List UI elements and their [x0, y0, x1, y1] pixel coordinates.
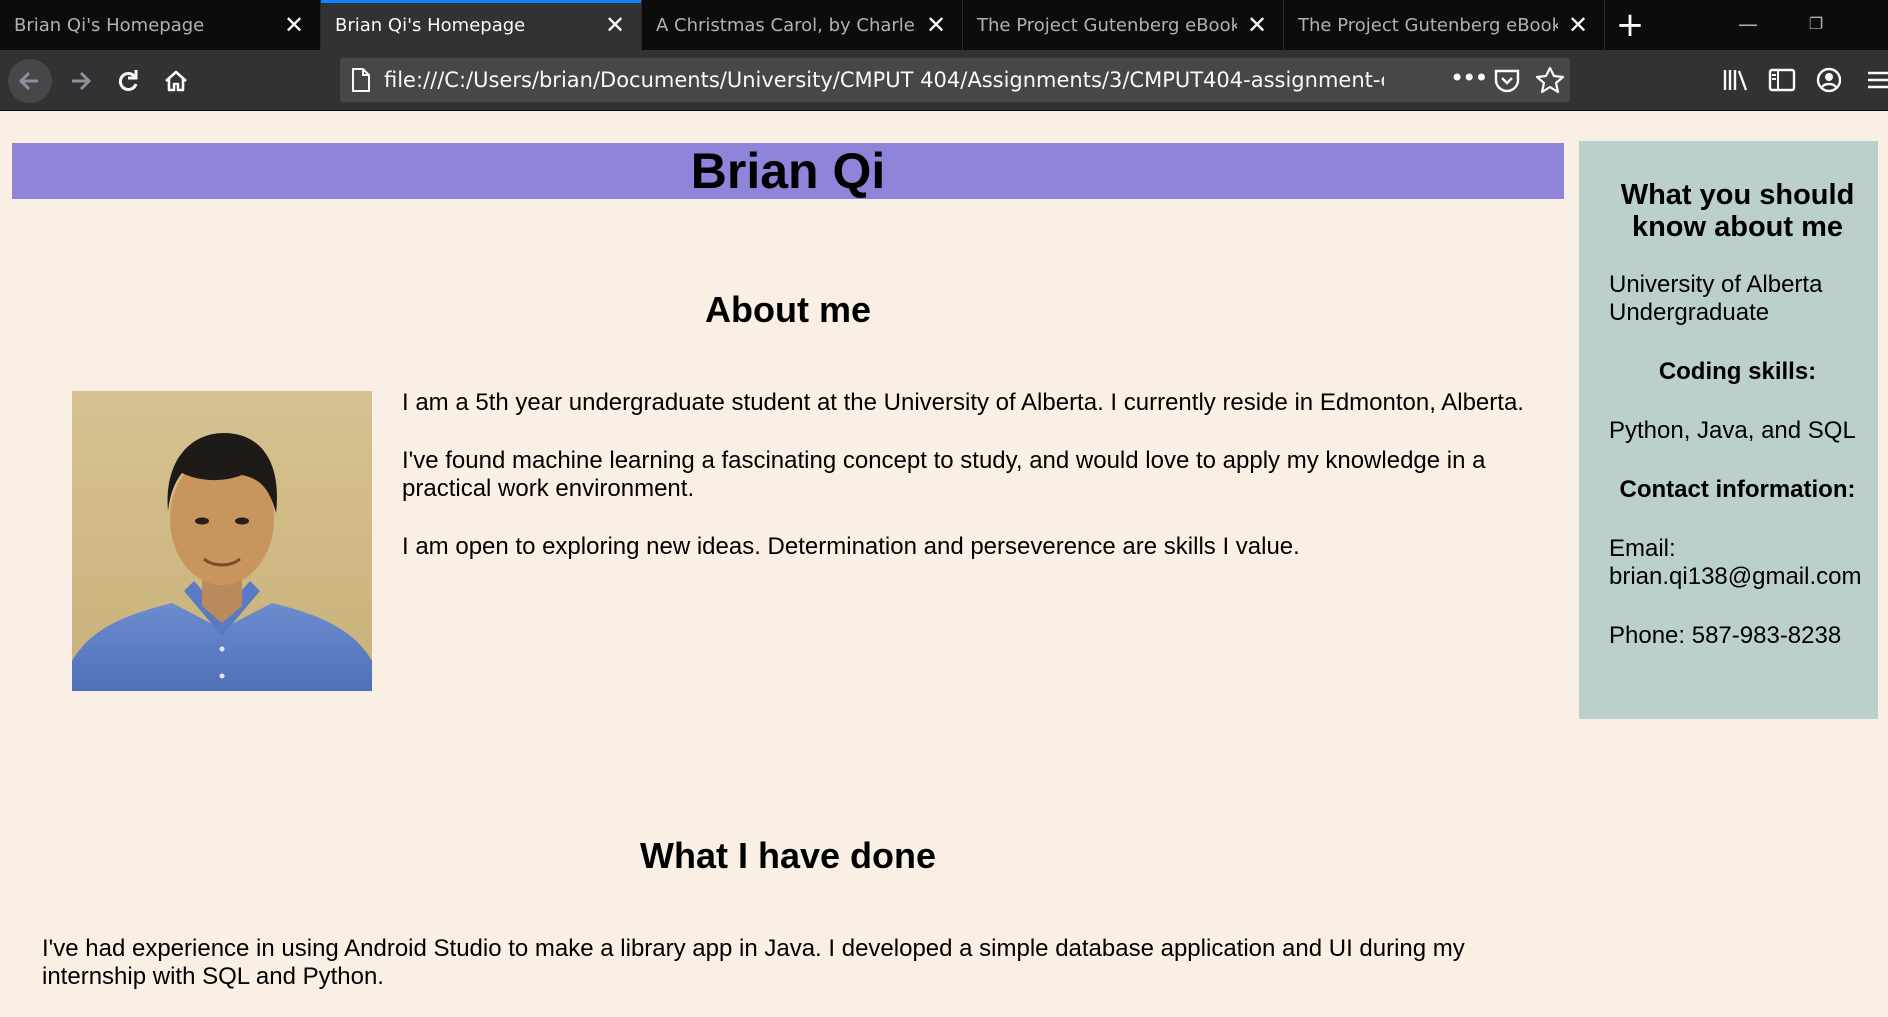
tab-bar: Brian Qi's Homepage ✕ Brian Qi's Homepag… — [0, 0, 1888, 50]
navigation-toolbar: file:///C:/Users/brian/Documents/Univers… — [0, 50, 1888, 111]
tab-title: Brian Qi's Homepage — [14, 14, 205, 36]
account-icon[interactable] — [1812, 63, 1846, 97]
tab-title: The Project Gutenberg eBook of The — [977, 14, 1237, 36]
tab-title: A Christmas Carol, by Charles Dickens — [656, 14, 916, 36]
home-icon — [165, 70, 187, 92]
tab-title: The Project Gutenberg eBook of Frankenst… — [1298, 14, 1558, 36]
forward-button[interactable] — [58, 59, 102, 103]
about-paragraph: I am open to exploring new ideas. Determ… — [402, 533, 1300, 560]
restore-button[interactable]: ❐ — [1786, 0, 1846, 50]
back-button[interactable] — [8, 59, 52, 103]
close-tab-icon[interactable]: ✕ — [603, 13, 627, 37]
pocket-icon[interactable] — [1492, 66, 1522, 94]
reload-button[interactable] — [106, 59, 150, 103]
about-text: I am a 5th year undergraduate student at… — [402, 389, 1552, 591]
page-title: Brian Qi — [690, 143, 886, 199]
new-tab-button[interactable]: + — [1610, 4, 1650, 46]
close-tab-icon[interactable]: ✕ — [1245, 13, 1269, 37]
tab-title: Brian Qi's Homepage — [335, 14, 526, 36]
profile-photo — [72, 391, 372, 691]
done-text: I've had experience in using Android Stu… — [42, 935, 1465, 990]
tab-gutenberg-1[interactable]: The Project Gutenberg eBook of The ✕ — [963, 0, 1284, 50]
library-icon[interactable] — [1718, 63, 1752, 97]
skills-heading: Coding skills: — [1658, 358, 1817, 385]
name-banner: Brian Qi — [12, 143, 1564, 199]
close-tab-icon[interactable]: ✕ — [1566, 13, 1590, 37]
page-icon — [352, 68, 370, 92]
menu-icon[interactable] — [1862, 63, 1888, 97]
tab-brian-homepage-2[interactable]: Brian Qi's Homepage ✕ — [321, 0, 642, 50]
education-text: University of Alberta Undergraduate — [1609, 271, 1823, 326]
minimize-button[interactable]: — — [1718, 0, 1778, 50]
about-heading: About me — [705, 289, 871, 330]
tab-christmas-carol[interactable]: A Christmas Carol, by Charles Dickens ✕ — [642, 0, 963, 50]
profile-photo-image — [72, 391, 372, 691]
email-text: Email: brian.qi138@gmail.com — [1609, 535, 1862, 590]
address-bar[interactable]: file:///C:/Users/brian/Documents/Univers… — [340, 58, 1570, 102]
home-button[interactable] — [154, 59, 198, 103]
url-text[interactable]: file:///C:/Users/brian/Documents/Univers… — [384, 58, 1384, 102]
about-paragraph: I've found machine learning a fascinatin… — [402, 447, 1486, 502]
browser-chrome: Brian Qi's Homepage ✕ Brian Qi's Homepag… — [0, 0, 1888, 111]
page-actions-icon[interactable]: ••• — [1450, 58, 1488, 102]
forward-arrow-icon — [72, 71, 92, 91]
bookmark-star-icon[interactable] — [1535, 66, 1565, 94]
done-heading: What I have done — [639, 835, 937, 876]
page-content: Brian Qi About me I am a 5th year underg… — [0, 111, 1888, 1017]
skills-text: Python, Java, and SQL — [1609, 417, 1856, 444]
about-paragraph: I am a 5th year undergraduate student at… — [402, 389, 1524, 416]
back-arrow-icon — [18, 71, 38, 91]
sidebar-toggle-icon[interactable] — [1765, 63, 1799, 97]
tab-gutenberg-2[interactable]: The Project Gutenberg eBook of Frankenst… — [1284, 0, 1605, 50]
phone-text: Phone: 587-983-8238 — [1609, 622, 1842, 649]
contact-heading: Contact information: — [1619, 476, 1856, 503]
reload-icon — [118, 70, 138, 91]
close-tab-icon[interactable]: ✕ — [924, 13, 948, 37]
sidebar-heading: What you should know about me — [1620, 179, 1855, 243]
close-tab-icon[interactable]: ✕ — [282, 13, 306, 37]
tab-brian-homepage-1[interactable]: Brian Qi's Homepage ✕ — [0, 0, 321, 50]
info-sidebar: What you should know about me University… — [1579, 141, 1878, 719]
